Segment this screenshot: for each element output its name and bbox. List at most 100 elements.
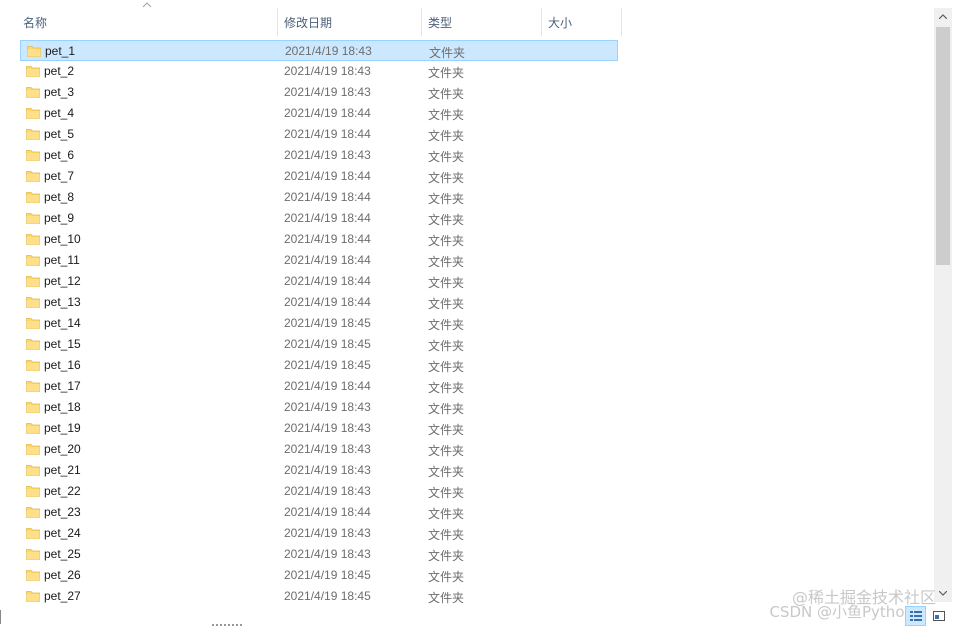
file-row[interactable]: pet_21 2021/4/19 18:43 文件夹 <box>20 460 618 481</box>
file-modified-date: 2021/4/19 18:43 <box>284 148 371 162</box>
file-modified-date: 2021/4/19 18:44 <box>284 253 371 267</box>
file-row[interactable]: pet_9 2021/4/19 18:44 文件夹 <box>20 208 618 229</box>
file-row[interactable]: pet_15 2021/4/19 18:45 文件夹 <box>20 334 618 355</box>
file-name: pet_7 <box>44 169 75 183</box>
file-name: pet_25 <box>44 547 81 561</box>
file-type: 文件夹 <box>428 297 465 311</box>
column-header-name[interactable]: 名称 <box>17 8 278 36</box>
file-name: pet_1 <box>45 44 76 58</box>
file-row[interactable]: pet_19 2021/4/19 18:43 文件夹 <box>20 418 618 439</box>
file-type: 文件夹 <box>428 129 465 143</box>
file-name: pet_13 <box>44 295 81 309</box>
file-row[interactable]: pet_8 2021/4/19 18:44 文件夹 <box>20 187 618 208</box>
file-type: 文件夹 <box>428 318 465 332</box>
large-icons-view-button[interactable] <box>928 606 949 626</box>
file-type: 文件夹 <box>428 381 465 395</box>
file-row[interactable]: pet_6 2021/4/19 18:43 文件夹 <box>20 145 618 166</box>
file-modified-date: 2021/4/19 18:43 <box>284 442 371 456</box>
file-type: 文件夹 <box>428 591 465 605</box>
file-row[interactable]: pet_26 2021/4/19 18:45 文件夹 <box>20 565 618 586</box>
file-name: pet_2 <box>44 64 75 78</box>
file-name: pet_21 <box>44 463 81 477</box>
file-modified-date: 2021/4/19 18:44 <box>284 295 371 309</box>
file-row[interactable]: pet_25 2021/4/19 18:43 文件夹 <box>20 544 618 565</box>
folder-icon <box>26 106 40 120</box>
file-modified-date: 2021/4/19 18:43 <box>284 463 371 477</box>
file-row[interactable]: pet_17 2021/4/19 18:44 文件夹 <box>20 376 618 397</box>
file-name: pet_18 <box>44 400 81 414</box>
file-row[interactable]: pet_24 2021/4/19 18:43 文件夹 <box>20 523 618 544</box>
folder-icon <box>26 505 40 519</box>
file-name: pet_20 <box>44 442 81 456</box>
file-row[interactable]: pet_27 2021/4/19 18:45 文件夹 <box>20 586 618 607</box>
sort-ascending-icon <box>140 0 154 10</box>
file-type: 文件夹 <box>428 465 465 479</box>
file-type: 文件夹 <box>428 276 465 290</box>
file-modified-date: 2021/4/19 18:43 <box>284 526 371 540</box>
file-name: pet_10 <box>44 232 81 246</box>
file-name: pet_15 <box>44 337 81 351</box>
details-view-button[interactable] <box>905 606 926 626</box>
column-header-size[interactable]: 大小 <box>542 8 622 36</box>
scroll-down-button[interactable] <box>934 585 952 602</box>
scroll-thumb[interactable] <box>936 27 950 265</box>
folder-icon <box>26 547 40 561</box>
folder-icon <box>26 316 40 330</box>
column-header-type[interactable]: 类型 <box>422 8 542 36</box>
file-row[interactable]: pet_2 2021/4/19 18:43 文件夹 <box>20 61 618 82</box>
folder-icon <box>26 442 40 456</box>
file-row[interactable]: pet_5 2021/4/19 18:44 文件夹 <box>20 124 618 145</box>
file-row[interactable]: pet_1 2021/4/19 18:43 文件夹 <box>20 40 618 61</box>
folder-icon <box>26 379 40 393</box>
file-row[interactable]: pet_12 2021/4/19 18:44 文件夹 <box>20 271 618 292</box>
file-row[interactable]: pet_13 2021/4/19 18:44 文件夹 <box>20 292 618 313</box>
file-explorer-window: 名称 修改日期 类型 大小 pet_1 2021/4/19 18:43 文件夹 … <box>0 0 954 630</box>
large-icons-view-icon <box>932 611 945 621</box>
file-modified-date: 2021/4/19 18:44 <box>284 505 371 519</box>
file-row[interactable]: pet_7 2021/4/19 18:44 文件夹 <box>20 166 618 187</box>
file-modified-date: 2021/4/19 18:44 <box>284 106 371 120</box>
folder-icon <box>26 526 40 540</box>
file-name: pet_3 <box>44 85 75 99</box>
file-name: pet_14 <box>44 316 81 330</box>
column-header-date-label: 修改日期 <box>284 15 333 30</box>
file-row[interactable]: pet_16 2021/4/19 18:45 文件夹 <box>20 355 618 376</box>
file-type: 文件夹 <box>428 423 465 437</box>
file-row[interactable]: pet_11 2021/4/19 18:44 文件夹 <box>20 250 618 271</box>
scroll-up-button[interactable] <box>934 8 952 25</box>
file-type: 文件夹 <box>428 234 465 248</box>
file-row[interactable]: pet_3 2021/4/19 18:43 文件夹 <box>20 82 618 103</box>
file-modified-date: 2021/4/19 18:43 <box>284 400 371 414</box>
file-row[interactable]: pet_22 2021/4/19 18:43 文件夹 <box>20 481 618 502</box>
file-modified-date: 2021/4/19 18:45 <box>284 316 371 330</box>
file-name: pet_9 <box>44 211 75 225</box>
file-modified-date: 2021/4/19 18:43 <box>285 44 372 58</box>
file-name: pet_11 <box>44 253 80 267</box>
file-type: 文件夹 <box>428 192 465 206</box>
file-modified-date: 2021/4/19 18:45 <box>284 337 371 351</box>
folder-icon <box>26 169 40 183</box>
file-row[interactable]: pet_4 2021/4/19 18:44 文件夹 <box>20 103 618 124</box>
folder-icon <box>26 253 40 267</box>
folder-icon <box>26 190 40 204</box>
folder-icon <box>26 232 40 246</box>
column-divider[interactable] <box>621 8 622 36</box>
watermark-csdn: CSDN @小鱼Python <box>769 603 914 621</box>
file-row[interactable]: pet_20 2021/4/19 18:43 文件夹 <box>20 439 618 460</box>
folder-icon <box>26 421 40 435</box>
folder-icon <box>26 463 40 477</box>
folder-icon <box>26 274 40 288</box>
column-header-date[interactable]: 修改日期 <box>278 8 422 36</box>
file-row[interactable]: pet_14 2021/4/19 18:45 文件夹 <box>20 313 618 334</box>
chevron-down-icon <box>939 591 947 596</box>
file-modified-date: 2021/4/19 18:44 <box>284 169 371 183</box>
folder-icon <box>26 211 40 225</box>
status-bar-edge <box>0 610 6 624</box>
folder-icon <box>26 484 40 498</box>
vertical-scrollbar[interactable] <box>934 8 952 602</box>
file-row[interactable]: pet_18 2021/4/19 18:43 文件夹 <box>20 397 618 418</box>
column-header-type-label: 类型 <box>428 15 453 30</box>
file-modified-date: 2021/4/19 18:45 <box>284 568 371 582</box>
file-row[interactable]: pet_10 2021/4/19 18:44 文件夹 <box>20 229 618 250</box>
file-row[interactable]: pet_23 2021/4/19 18:44 文件夹 <box>20 502 618 523</box>
